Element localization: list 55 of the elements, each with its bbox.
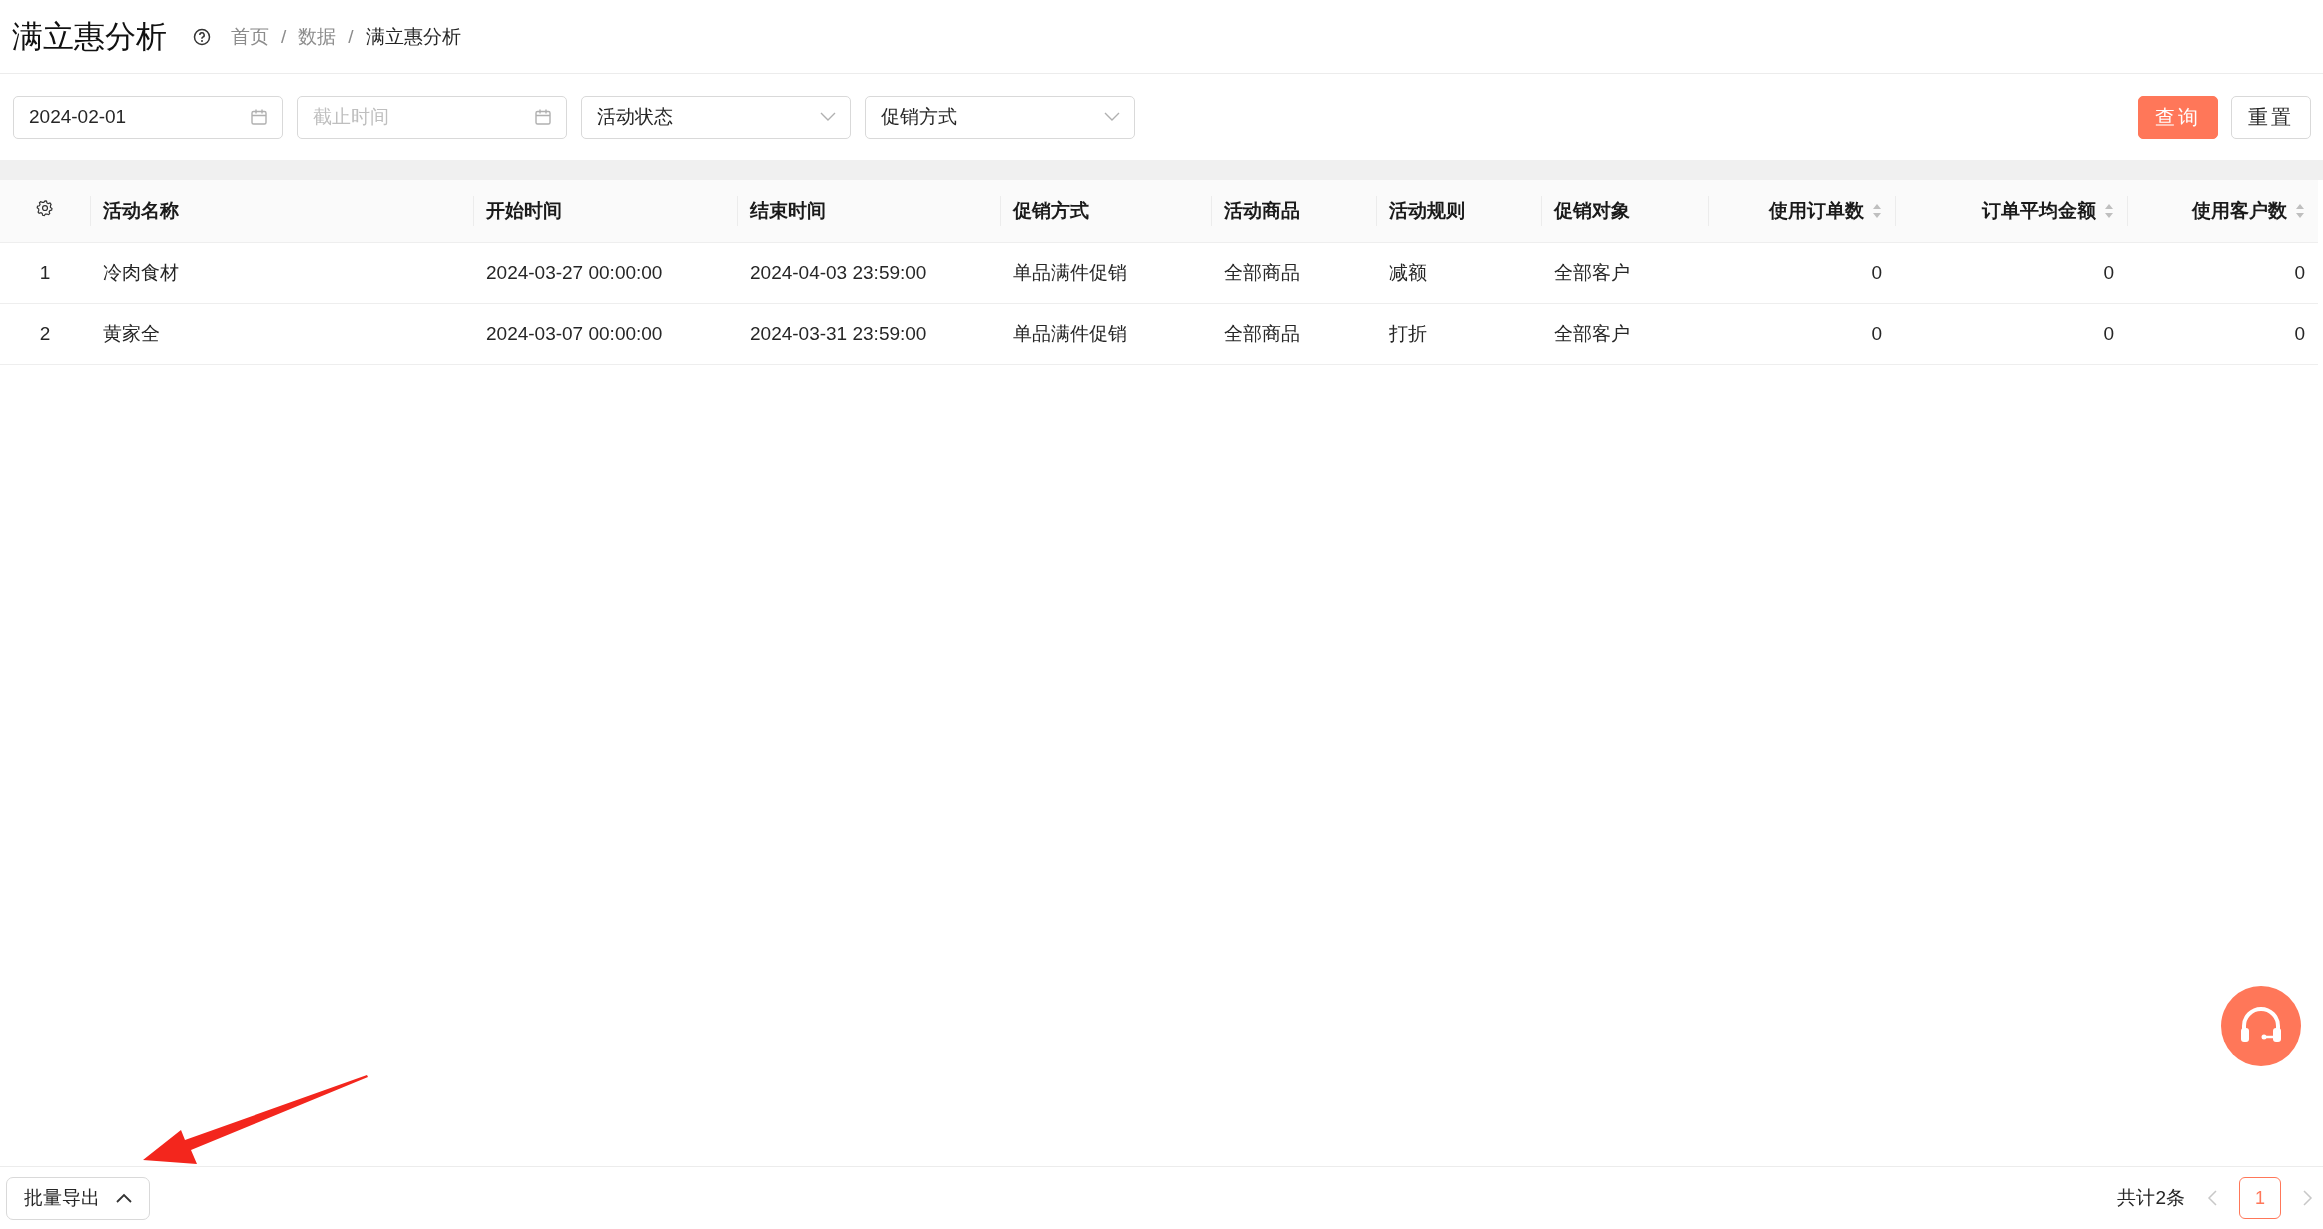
breadcrumb-separator: /: [348, 25, 354, 48]
table-cell: 0: [2294, 261, 2305, 283]
column-header: 订单平均金额: [1982, 198, 2096, 223]
reset-button[interactable]: 重置: [2231, 95, 2311, 139]
sort-icon: [2295, 202, 2305, 219]
settings-icon: [36, 199, 54, 218]
table-cell: 全部商品: [1224, 322, 1300, 344]
date-field[interactable]: 2024-02-01: [13, 95, 283, 139]
table-cell: 2024-03-31 23:59:00: [750, 322, 927, 344]
select-field[interactable]: 活动状态: [581, 95, 851, 139]
calendar-icon: [534, 108, 552, 126]
column-header: 使用订单数: [1769, 198, 1864, 223]
table-cell: 0: [1871, 322, 1882, 344]
column-header: 活动商品: [1224, 198, 1300, 223]
table-cell: 减额: [1389, 261, 1427, 283]
select-field[interactable]: 促销方式: [865, 95, 1135, 139]
calendar-icon: [250, 108, 268, 126]
column-header: 使用客户数: [2192, 198, 2287, 223]
table-cell: 全部客户: [1554, 261, 1630, 283]
table-cell: 全部商品: [1224, 261, 1300, 283]
chevron-left-icon: [2207, 1190, 2217, 1206]
breadcrumb-link[interactable]: 数据: [298, 23, 337, 50]
table-cell: 2024-03-07 00:00:00: [486, 322, 663, 344]
table-cell: 单品满件促销: [1013, 261, 1127, 283]
sort-icon: [1872, 202, 1882, 219]
column-header: 开始时间: [486, 198, 562, 223]
breadcrumb-separator: /: [281, 25, 287, 48]
table-cell: 冷肉食材: [103, 261, 179, 283]
page-title: 满立惠分析: [12, 17, 167, 56]
table-cell: 2024-04-03 23:59:00: [750, 261, 927, 283]
breadcrumb-link[interactable]: 满立惠分析: [365, 23, 461, 50]
chevron-up-icon: [116, 1193, 132, 1203]
row-number: 2: [39, 322, 51, 344]
table-cell: 打折: [1389, 322, 1427, 344]
column-header: 促销方式: [1013, 198, 1089, 223]
table-cell: 2024-03-27 00:00:00: [486, 261, 663, 283]
column-header: 结束时间: [750, 198, 826, 223]
export-button[interactable]: 批量导出: [6, 1176, 150, 1220]
table-cell: 全部客户: [1554, 322, 1630, 344]
table-cell: 0: [2103, 261, 2114, 283]
column-header: 活动规则: [1389, 198, 1465, 223]
column-header: 活动名称: [103, 198, 179, 223]
row-number: 1: [39, 261, 51, 283]
total-count: 共计2条: [2117, 1186, 2185, 1210]
sort-icon: [2104, 202, 2114, 219]
chevron-down-icon: [820, 112, 836, 122]
table-cell: 黄家全: [103, 322, 160, 344]
table-cell: 0: [2103, 322, 2114, 344]
column-header: 促销对象: [1554, 198, 1630, 223]
table-cell: 0: [2294, 322, 2305, 344]
table-cell: 0: [1871, 261, 1882, 283]
table-cell: 单品满件促销: [1013, 322, 1127, 344]
help-icon: [193, 27, 211, 46]
chevron-down-icon: [1104, 112, 1120, 122]
chevron-right-icon: [2303, 1190, 2313, 1206]
